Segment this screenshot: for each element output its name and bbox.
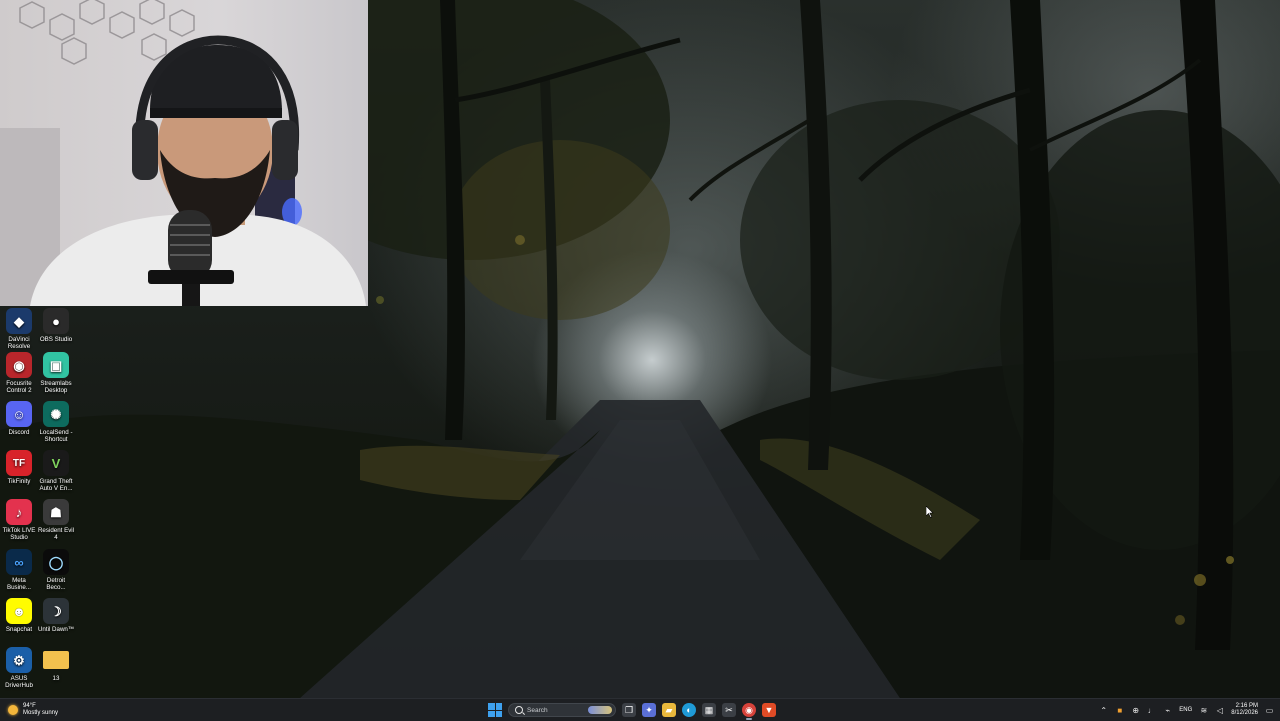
desktop-icon-tikfinity[interactable]: TF TikFinity <box>0 450 38 485</box>
tiktok-live-icon: ♪ <box>6 499 32 525</box>
desktop-icon-label: TikFinity <box>7 478 31 485</box>
search-highlight-icon <box>588 706 612 714</box>
chevron-up-icon[interactable]: ⌃ <box>1099 706 1108 715</box>
copilot-icon[interactable]: ✦ <box>642 703 656 717</box>
chrome-icon[interactable]: ◉ <box>742 703 756 720</box>
desktop-icon-label: Resident Evil 4 <box>37 527 75 541</box>
discord-icon: ☺ <box>6 401 32 427</box>
desktop-icon-label: Detroit Beco... <box>46 577 66 591</box>
clock-time: 2:16 PM <box>1235 703 1258 709</box>
desktop-icon-label: Discord <box>8 429 30 436</box>
desktop-icon-label: Meta Busine... <box>6 577 32 591</box>
asus-driverhub-icon: ⚙ <box>6 647 32 673</box>
task-view-icon[interactable]: ❐ <box>622 703 636 717</box>
desktop-icon-folder-13[interactable]: 13 <box>37 647 75 682</box>
gta-v-icon: V <box>43 450 69 476</box>
desktop-icon-label: Focusrite Control 2 <box>6 380 32 394</box>
desktop-icon-resident-evil[interactable]: ☗ Resident Evil 4 <box>37 499 75 541</box>
desktop-icon-davinci-resolve[interactable]: ◆ DaVinci Resolve <box>0 308 38 350</box>
desktop-icon-label: LocalSend - Shortcut <box>39 429 73 443</box>
weather-description: Mostly sunny <box>23 710 59 716</box>
snapchat-icon: ☻ <box>6 598 32 624</box>
system-tray: ⌃ ■ ⊕ ♩ ⌁ ENG ≋ ◁ 2:16 PM 8/12/2026 ▭ <box>1099 701 1274 719</box>
brave-icon[interactable]: ▼ <box>762 703 776 717</box>
focusrite-icon: ◉ <box>6 352 32 378</box>
sun-icon <box>8 705 18 715</box>
until-dawn-icon: ☽ <box>43 598 69 624</box>
desktop-icon-tiktok-live[interactable]: ♪ TikTok LIVE Studio <box>0 499 38 541</box>
microsoft-store-icon[interactable]: ▦ <box>702 703 716 717</box>
windows-logo-tile <box>495 703 502 710</box>
taskbar-center: Search ❐ ✦ ▰ ◐ ▦ ✂ ◉ ▼ <box>488 701 776 720</box>
taskbar: 94°F Mostly sunny Search ❐ ✦ ▰ ◐ ▦ ✂ ◉ ▼… <box>0 698 1280 721</box>
streamer-webcam-image <box>0 0 366 306</box>
desktop-icon-focusrite[interactable]: ◉ Focusrite Control 2 <box>0 352 38 394</box>
desktop-icon-snapchat[interactable]: ☻ Snapchat <box>0 598 38 633</box>
clock-date: 8/12/2026 <box>1231 710 1258 716</box>
desktop-icon-label: Snapchat <box>5 626 33 633</box>
windows-logo-tile <box>495 710 502 717</box>
davinci-resolve-icon: ◆ <box>6 308 32 334</box>
windows-logo-tile <box>488 703 495 710</box>
folder-icon <box>43 651 69 669</box>
tikfinity-icon: TF <box>6 450 32 476</box>
tray-app-icon[interactable]: ■ <box>1115 706 1124 715</box>
desktop-icon-label: OBS Studio <box>39 336 73 343</box>
search-icon <box>515 706 523 714</box>
desktop-icon-label: 13 <box>52 675 60 682</box>
desktop-icon-asus-driverhub[interactable]: ⚙ ASUS DriverHub <box>0 647 38 689</box>
desktop-icon-localsend[interactable]: ✺ LocalSend - Shortcut <box>37 401 75 443</box>
desktop-icons-area: ◆ DaVinci Resolve ● OBS Studio ◉ Focusri… <box>0 306 80 698</box>
tray-network-icon[interactable]: ⊕ <box>1131 706 1140 715</box>
desktop-icon-gta-v[interactable]: V Grand Theft Auto V En... <box>37 450 75 492</box>
desktop-icon-label: DaVinci Resolve <box>7 336 31 350</box>
desktop-icon-label: Until Dawn™ <box>37 626 75 633</box>
microphone-icon[interactable]: ♩ <box>1147 706 1156 715</box>
desktop-icon-label: Streamlabs Desktop <box>40 380 72 394</box>
desktop-icon-label: Grand Theft Auto V En... <box>39 478 73 492</box>
taskbar-search-box[interactable]: Search <box>508 703 616 717</box>
desktop-icon-obs-studio[interactable]: ● OBS Studio <box>37 308 75 343</box>
desktop-icon-discord[interactable]: ☺ Discord <box>0 401 38 436</box>
localsend-icon: ✺ <box>43 401 69 427</box>
webcam-overlay <box>0 0 368 306</box>
windows-logo-tile <box>488 710 495 717</box>
desktop-icon-label: TikTok LIVE Studio <box>2 527 36 541</box>
detroit-icon: ◯ <box>43 549 69 575</box>
clock[interactable]: 2:16 PM 8/12/2026 <box>1231 703 1258 717</box>
desktop-icon-meta-business[interactable]: ∞ Meta Busine... <box>0 549 38 591</box>
desktop-icon-streamlabs[interactable]: ▣ Streamlabs Desktop <box>37 352 75 394</box>
desktop-icon-label: ASUS DriverHub <box>5 675 33 689</box>
desktop-icon-detroit[interactable]: ◯ Detroit Beco... <box>37 549 75 591</box>
resident-evil-icon: ☗ <box>43 499 69 525</box>
usb-icon[interactable]: ⌁ <box>1163 706 1172 715</box>
notification-icon[interactable]: ▭ <box>1265 706 1274 715</box>
meta-business-icon: ∞ <box>6 549 32 575</box>
weather-temperature: 94°F <box>23 703 36 709</box>
obs-studio-icon: ● <box>43 308 69 334</box>
streamlabs-icon: ▣ <box>43 352 69 378</box>
wifi-icon[interactable]: ≋ <box>1199 706 1208 715</box>
weather-widget[interactable]: 94°F Mostly sunny <box>8 701 58 719</box>
start-button[interactable] <box>488 703 502 717</box>
mouse-cursor-icon <box>926 506 934 518</box>
snipping-tool-icon[interactable]: ✂ <box>722 703 736 717</box>
edge-icon[interactable]: ◐ <box>682 703 696 717</box>
volume-icon[interactable]: ◁ <box>1215 706 1224 715</box>
language-indicator[interactable]: ENG <box>1179 707 1192 713</box>
desktop-icon-until-dawn[interactable]: ☽ Until Dawn™ <box>37 598 75 633</box>
search-placeholder: Search <box>527 706 548 714</box>
file-explorer-icon[interactable]: ▰ <box>662 703 676 717</box>
